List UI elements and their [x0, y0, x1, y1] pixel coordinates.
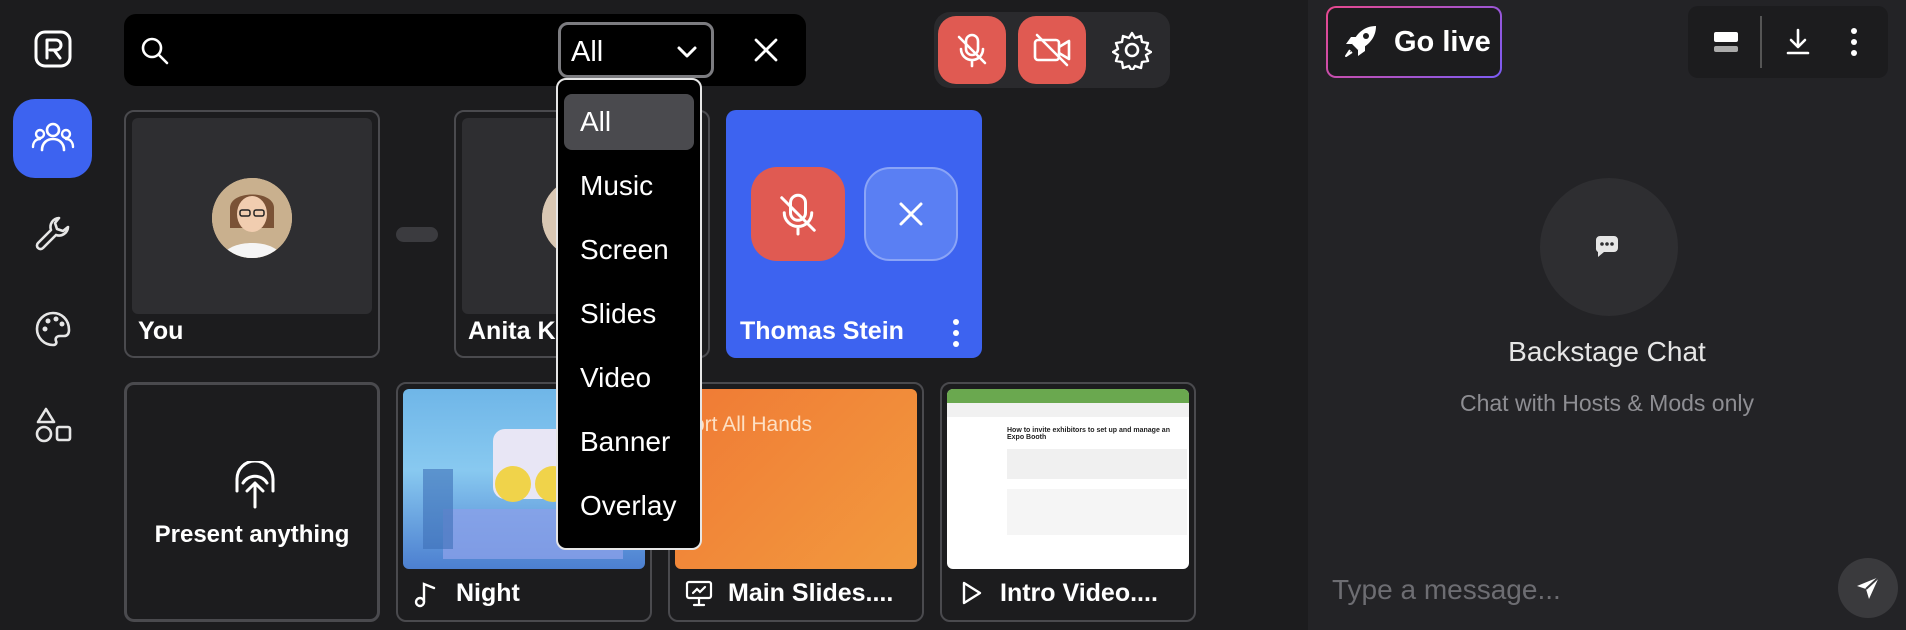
participant-name: You	[138, 317, 184, 345]
rail-theme-button[interactable]	[13, 289, 92, 368]
toolbar-divider	[1760, 16, 1762, 68]
filter-option-music[interactable]: Music	[564, 158, 694, 214]
go-live-button[interactable]: Go live	[1326, 6, 1502, 78]
filter-dropdown-menu: All Music Screen Slides Video Banner Ove…	[556, 78, 702, 550]
slides-icon	[685, 580, 713, 607]
download-icon[interactable]	[1782, 26, 1814, 58]
present-anything-label: Present anything	[154, 521, 350, 548]
palette-icon	[35, 311, 70, 346]
avatar	[212, 178, 292, 258]
shapes-icon	[35, 407, 71, 442]
media-tile-video[interactable]: How to invite exhibitors to set up and m…	[940, 382, 1196, 622]
people-icon	[31, 122, 74, 151]
filter-select[interactable]: All	[558, 22, 714, 78]
search-icon[interactable]	[140, 36, 170, 66]
rail-people-button[interactable]	[13, 99, 92, 178]
slide-title-text: ort All Hands	[693, 413, 813, 436]
filter-select-value: All	[571, 36, 604, 68]
participant-tile-you[interactable]: You	[124, 110, 380, 358]
filter-option-video[interactable]: Video	[564, 350, 694, 406]
chat-title: Backstage Chat	[1508, 336, 1706, 367]
chevron-down-icon	[677, 46, 697, 58]
media-controls	[934, 12, 1170, 88]
right-panel: Go live Backstage Chat Chat with Hosts &…	[1308, 0, 1906, 630]
mute-mic-button[interactable]	[938, 16, 1006, 84]
participant-tile-thomas[interactable]: Thomas Stein	[726, 110, 982, 358]
mic-off-icon	[780, 193, 816, 236]
filter-option-all[interactable]: All	[564, 94, 694, 150]
go-live-label: Go live	[1394, 26, 1491, 58]
remove-participant-button[interactable]	[864, 167, 958, 261]
rail-tools-button[interactable]	[13, 193, 92, 272]
studio-app: All You Anita Ko Thomas Stein Present an…	[0, 0, 1906, 630]
search-input[interactable]	[182, 28, 542, 72]
media-tile-slides[interactable]: ort All Hands Main Slides....	[668, 382, 924, 622]
top-toolbar	[1688, 6, 1888, 78]
send-button[interactable]	[1838, 558, 1898, 618]
media-label: Intro Video....	[1000, 579, 1158, 607]
video-thumb-text: How to invite exhibitors to set up and m…	[1007, 427, 1170, 441]
send-icon	[1857, 576, 1880, 599]
chat-subtitle: Chat with Hosts & Mods only	[1459, 390, 1754, 416]
upload-icon	[235, 461, 275, 509]
app-logo-icon[interactable]	[34, 30, 72, 68]
camera-off-icon	[1033, 33, 1071, 67]
rail-elements-button[interactable]	[13, 385, 92, 464]
left-rail	[0, 0, 104, 630]
layout-icon[interactable]	[1710, 26, 1742, 58]
gear-icon	[1112, 31, 1152, 70]
clear-search-icon[interactable]	[750, 34, 782, 66]
filter-option-screen[interactable]: Screen	[564, 222, 694, 278]
chat-empty-illustration	[1540, 178, 1678, 316]
media-label: Main Slides....	[728, 579, 894, 607]
media-label: Night	[456, 579, 520, 607]
rocket-icon	[1345, 26, 1376, 57]
filter-option-slides[interactable]: Slides	[564, 286, 694, 342]
filter-option-overlay[interactable]: Overlay	[564, 478, 694, 534]
filter-option-banner[interactable]: Banner	[564, 414, 694, 470]
settings-button[interactable]	[1098, 16, 1166, 84]
more-options-icon[interactable]	[952, 318, 960, 348]
chat-bubble-icon	[1595, 236, 1618, 257]
more-options-icon[interactable]	[1838, 26, 1870, 58]
tile-resize-handle[interactable]	[396, 227, 438, 242]
media-thumbnail: ort All Hands	[675, 389, 917, 569]
message-input[interactable]	[1332, 574, 1812, 606]
wrench-icon	[35, 216, 69, 250]
present-anything-button[interactable]: Present anything	[124, 382, 380, 622]
mic-off-icon	[957, 33, 987, 68]
close-icon	[899, 202, 923, 226]
participant-name: Thomas Stein	[740, 317, 904, 345]
camera-off-button[interactable]	[1018, 16, 1086, 84]
unmute-request-button[interactable]	[751, 167, 845, 261]
media-thumbnail: How to invite exhibitors to set up and m…	[947, 389, 1189, 569]
play-icon	[962, 581, 982, 605]
music-icon	[414, 582, 436, 608]
